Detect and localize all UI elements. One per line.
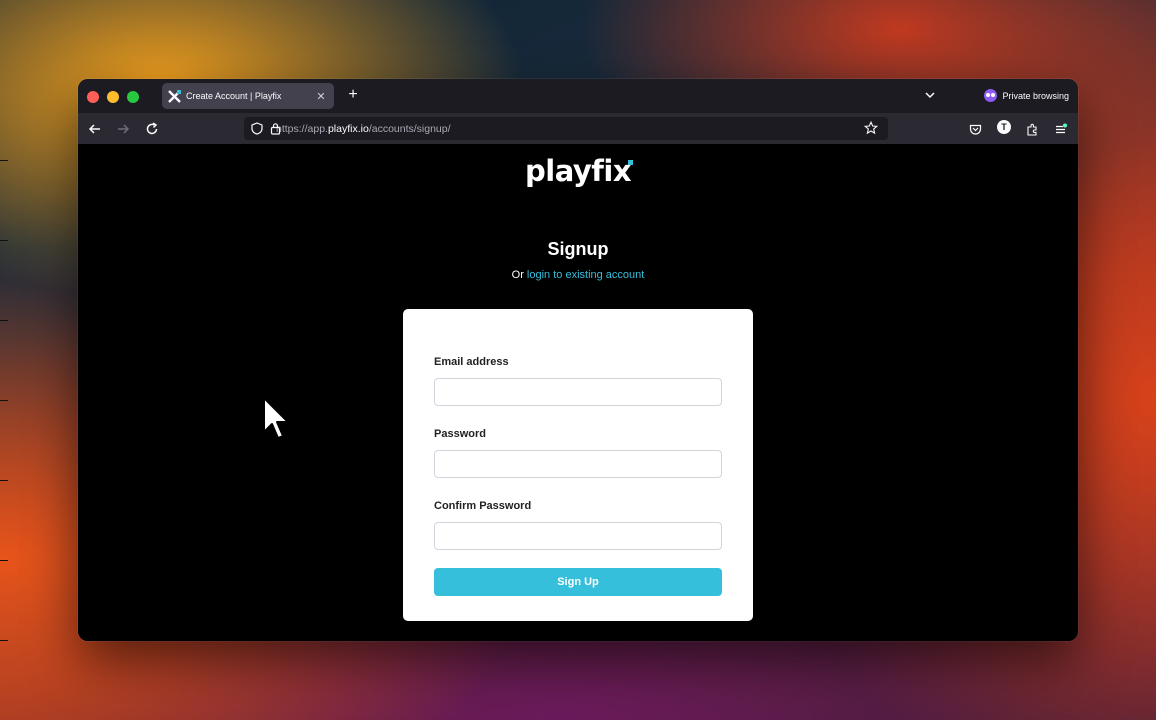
page-title: Signup: [547, 239, 609, 259]
zoom-window-button[interactable]: [127, 91, 139, 103]
window-controls: [87, 91, 139, 103]
list-all-tabs-chevron-icon[interactable]: [924, 88, 936, 106]
url-bar[interactable]: https://app.playfix.io/accounts/signup/: [244, 117, 888, 140]
desktop-tick: [0, 400, 8, 401]
tab-create-account[interactable]: Create Account | Playfix ✕: [162, 83, 334, 109]
shield-icon[interactable]: [251, 122, 263, 140]
password-field[interactable]: [434, 450, 722, 478]
url-prefix: https://app.: [276, 122, 328, 135]
page-content: playfix Signup Or login to existing acco…: [78, 144, 1078, 641]
confirm-password-label: Confirm Password: [434, 500, 532, 512]
extensions-puzzle-icon[interactable]: [1023, 120, 1041, 138]
close-window-button[interactable]: [87, 91, 99, 103]
sign-up-button[interactable]: Sign Up: [434, 568, 722, 596]
playfix-logo[interactable]: playfix: [525, 154, 634, 188]
or-prefix: Or: [511, 269, 527, 281]
desktop-tick: [0, 560, 8, 561]
new-tab-button[interactable]: +: [344, 85, 362, 105]
logo-accent-square: [628, 160, 634, 165]
url-text: https://app.playfix.io/accounts/signup/: [276, 123, 451, 135]
signup-form-card: Email address Password Confirm Password …: [403, 309, 753, 621]
desktop-tick: [0, 240, 8, 241]
tab-bar: Create Account | Playfix ✕ + Private bro…: [78, 79, 1078, 113]
desktop-tick: [0, 160, 8, 161]
tab-title: Create Account | Playfix: [186, 91, 282, 101]
password-label: Password: [434, 428, 486, 440]
reload-icon[interactable]: [143, 120, 161, 138]
mouse-pointer-icon: [262, 396, 290, 445]
lock-icon[interactable]: [270, 122, 281, 140]
url-path: /accounts/signup/: [368, 122, 451, 135]
private-browsing-indicator: Private browsing: [984, 89, 1069, 102]
email-field[interactable]: [434, 378, 722, 406]
logo-text: playfix: [525, 154, 632, 188]
confirm-password-field[interactable]: [434, 522, 722, 550]
pocket-icon[interactable]: [966, 120, 984, 138]
desktop-tick: [0, 640, 8, 641]
app-menu-icon[interactable]: [1051, 120, 1069, 138]
minimize-window-button[interactable]: [107, 91, 119, 103]
desktop-tick: [0, 480, 8, 481]
url-host: playfix.io: [327, 122, 369, 135]
desktop-tick: [0, 320, 8, 321]
playfix-favicon-icon: [168, 89, 181, 103]
back-arrow-icon[interactable]: [86, 120, 104, 138]
private-mask-icon: [984, 89, 998, 102]
nav-bar: https://app.playfix.io/accounts/signup/ …: [78, 113, 1078, 144]
email-label: Email address: [434, 356, 509, 368]
login-prompt: Or login to existing account: [78, 269, 1078, 281]
browser-window: Create Account | Playfix ✕ + Private bro…: [78, 79, 1078, 641]
tab-close-icon[interactable]: ✕: [314, 90, 328, 103]
bookmark-star-icon[interactable]: [863, 120, 879, 140]
login-link[interactable]: login to existing account: [527, 269, 644, 281]
account-avatar[interactable]: T: [997, 120, 1011, 134]
forward-arrow-icon[interactable]: [114, 120, 132, 138]
private-browsing-label: Private browsing: [1002, 90, 1069, 101]
